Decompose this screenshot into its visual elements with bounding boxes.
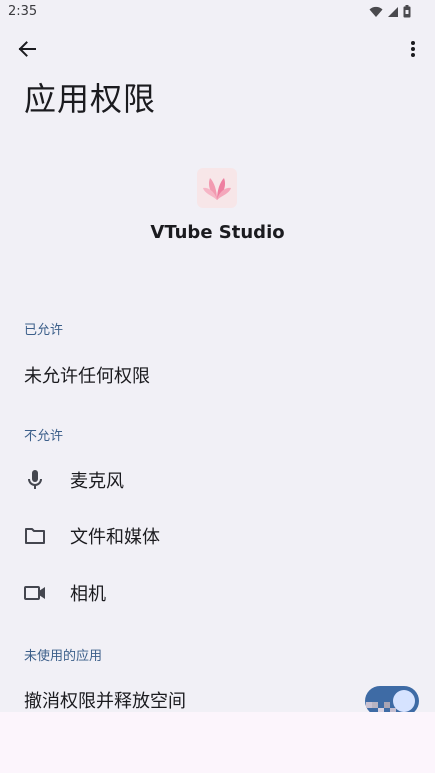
unused-apps-section-header: 未使用的应用: [24, 649, 103, 664]
wifi-icon: [369, 6, 383, 18]
permission-item-microphone[interactable]: 麦克风: [0, 456, 435, 504]
app-permissions-screen: 2:35 应用权限 VTube Studio 已允许 未允许任何权限 不允许 麦…: [0, 0, 435, 773]
status-bar: 2:35: [0, 0, 435, 24]
status-icons: [369, 5, 411, 18]
more-options-button[interactable]: [403, 36, 423, 66]
microphone-icon: [24, 469, 46, 491]
videocam-icon: [24, 582, 46, 604]
arrow-back-icon: [17, 39, 37, 63]
permission-label: 麦克风: [70, 471, 124, 492]
folder-icon: [24, 525, 46, 547]
status-time: 2:35: [8, 4, 38, 19]
vtube-studio-app-icon: [197, 168, 237, 208]
signal-icon: [387, 6, 399, 18]
more-vert-icon: [410, 40, 416, 62]
bottom-panel: [0, 712, 435, 773]
page-title: 应用权限: [24, 80, 157, 118]
revoke-permissions-label: 撤消权限并释放空间: [24, 691, 186, 712]
no-permissions-allowed-text: 未允许任何权限: [24, 366, 150, 387]
back-button[interactable]: [12, 36, 42, 66]
allowed-section-header: 已允许: [24, 323, 64, 338]
battery-icon: [403, 5, 411, 18]
permission-label: 文件和媒体: [70, 527, 160, 548]
app-name: VTube Studio: [150, 222, 285, 243]
denied-section-header: 不允许: [24, 429, 64, 444]
permission-item-files-media[interactable]: 文件和媒体: [0, 512, 435, 560]
permission-label: 相机: [70, 584, 106, 605]
permission-item-camera[interactable]: 相机: [0, 569, 435, 617]
